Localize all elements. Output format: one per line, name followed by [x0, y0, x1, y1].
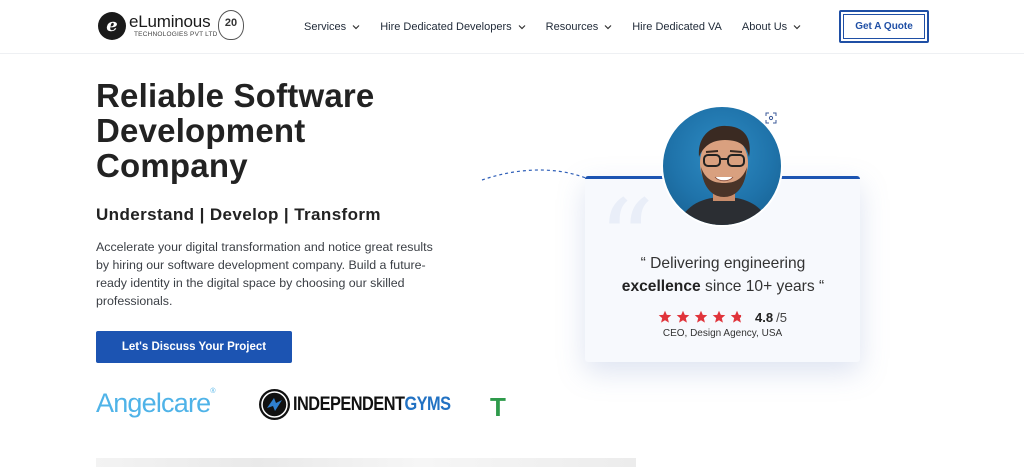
rating-scale: /5	[776, 309, 787, 325]
client-logo-text: INDEPENDENT	[293, 394, 405, 415]
nav-item-label: Resources	[545, 21, 599, 33]
hero-description: Accelerate your digital transformation a…	[96, 240, 433, 308]
logo-tagline: TECHNOLOGIES PVT LTD	[134, 31, 218, 38]
client-logo-partial: T	[490, 392, 506, 422]
gym-emblem-icon	[261, 391, 288, 418]
nav-item-label: Hire Dedicated VA	[632, 21, 722, 33]
star-icon	[676, 310, 690, 323]
client-logo-independent-gyms: INDEPENDENTGYMS	[293, 394, 451, 416]
client-logo-text-accent: GYMS	[404, 394, 451, 415]
site-logo[interactable]: e eLuminous TECHNOLOGIES PVT LTD 20	[98, 10, 248, 44]
nav-item-resources[interactable]: Resources	[546, 19, 613, 35]
client-logo-text: Angelcare	[96, 388, 211, 418]
star-rating	[658, 310, 748, 324]
star-icon	[712, 310, 726, 323]
discuss-project-button[interactable]: Let's Discuss Your Project	[96, 331, 292, 363]
next-section-edge	[96, 458, 636, 467]
nav-item-hire-dedicated-developers[interactable]: Hire Dedicated Developers	[380, 19, 526, 35]
client-logo-angelcare: Angelcare®	[96, 388, 216, 419]
nav-item-label: Services	[304, 21, 347, 33]
quote-line-1: “ Delivering engineering	[640, 255, 806, 272]
nav-item-services[interactable]: Services	[304, 19, 360, 35]
quote-line-2: since 10+ years “	[700, 278, 825, 295]
get-a-quote-button[interactable]: Get A Quote	[839, 10, 929, 43]
registered-mark: ®	[210, 388, 215, 395]
logo-name: eLuminous	[129, 12, 211, 31]
scan-icon[interactable]	[765, 112, 777, 124]
independent-gyms-emblem-icon	[259, 389, 290, 420]
nav-item-label: About Us	[741, 21, 788, 33]
hero-tagline: Understand | Develop | Transform	[96, 205, 381, 224]
anniversary-badge: 20	[218, 10, 244, 40]
chevron-down-icon	[604, 25, 612, 30]
nav-item-about-us[interactable]: About Us	[742, 19, 801, 35]
person-photo-icon	[678, 125, 770, 225]
chevron-down-icon	[352, 25, 360, 30]
page-title: Reliable Software Development Company	[96, 77, 375, 184]
testimonial-quote: “ Delivering engineering excellence sinc…	[590, 252, 856, 298]
chevron-down-icon	[518, 25, 526, 30]
nav-item-label: Hire Dedicated Developers	[380, 21, 512, 33]
star-half-icon	[730, 310, 744, 323]
nav-item-hire-dedicated-va[interactable]: Hire Dedicated VA	[632, 19, 722, 35]
quote-emphasis: excellence	[621, 278, 701, 295]
main-nav: Services Hire Dedicated Developers Resou…	[304, 19, 821, 35]
rating-row: 4.8 /5	[585, 308, 860, 326]
star-icon	[658, 310, 672, 323]
star-icon	[694, 310, 708, 323]
logo-mark-icon: e	[98, 12, 126, 40]
rating-score: 4.8	[755, 309, 774, 325]
chevron-down-icon	[793, 25, 801, 30]
reviewer-title: CEO, Design Agency, USA	[662, 328, 783, 339]
site-header: e eLuminous TECHNOLOGIES PVT LTD 20 Serv…	[0, 0, 1024, 54]
